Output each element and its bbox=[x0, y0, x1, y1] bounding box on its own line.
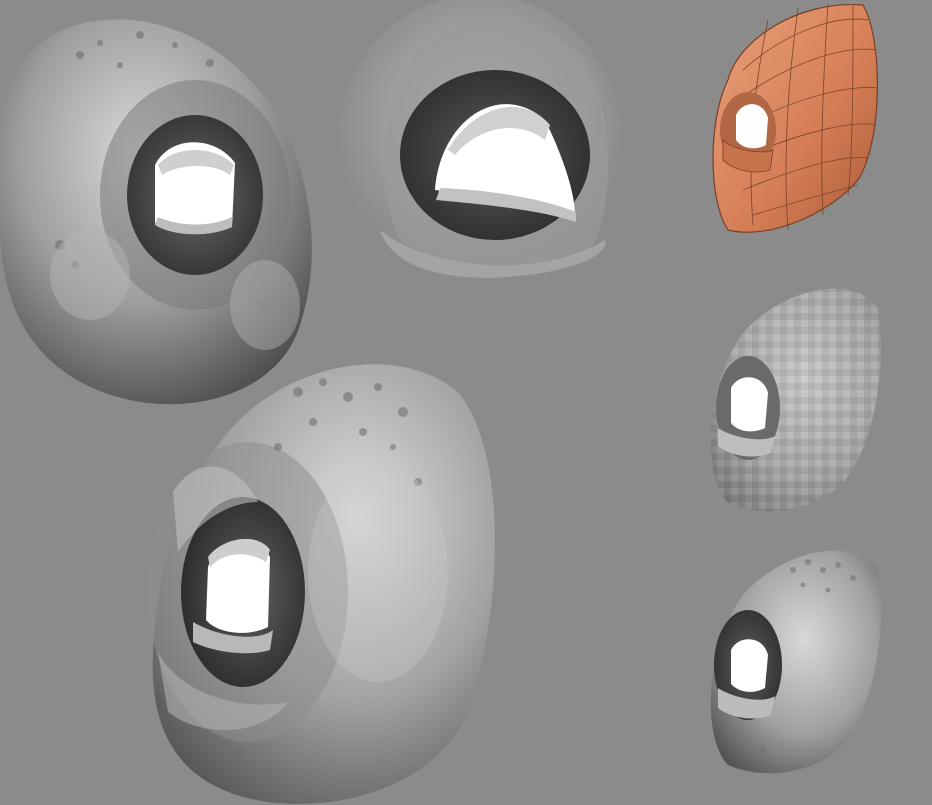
sculpt-closeup-front-render bbox=[0, 5, 320, 410]
viewport-canvas bbox=[0, 0, 932, 805]
final-sculpt-small-render bbox=[703, 540, 883, 780]
base-mesh-lowpoly-render bbox=[708, 0, 883, 240]
subdivided-mesh-polygroups-render bbox=[703, 278, 883, 516]
sculpt-large-threequarter-render bbox=[148, 352, 503, 805]
mouth-interior-closeup-render bbox=[340, 0, 620, 280]
